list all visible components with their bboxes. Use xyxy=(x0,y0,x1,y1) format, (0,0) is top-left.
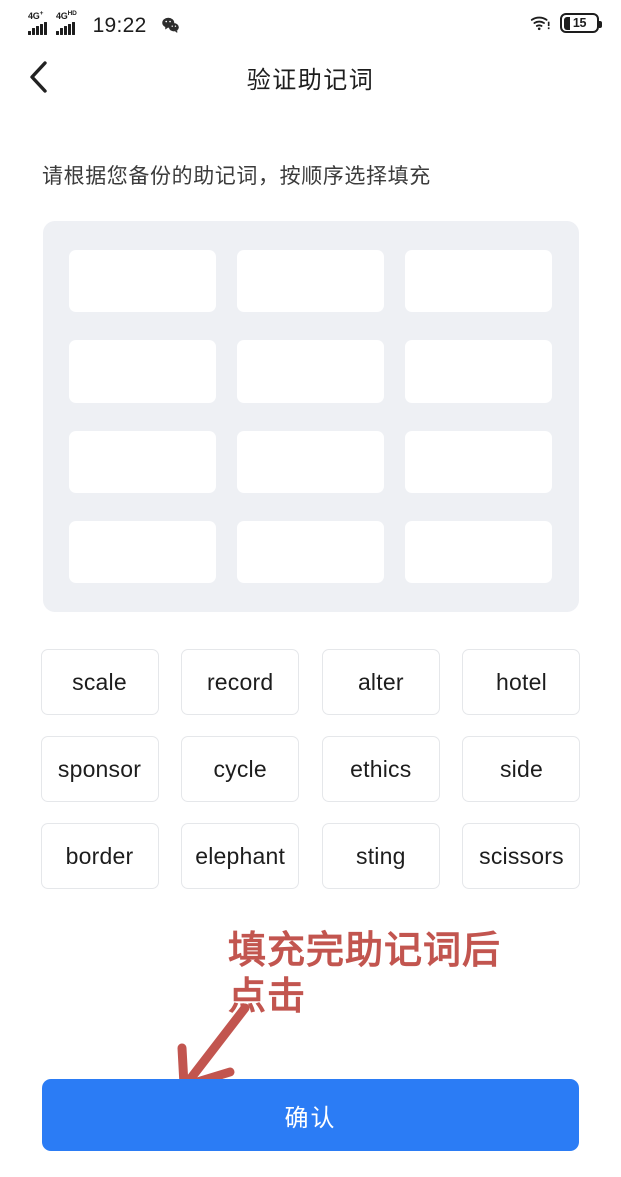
word-chip[interactable]: ethics xyxy=(321,736,440,802)
mnemonic-slot[interactable] xyxy=(68,340,216,403)
confirm-button[interactable]: 确认 xyxy=(42,1079,579,1151)
word-chip-row: scale record alter hotel xyxy=(40,649,581,715)
word-chip[interactable]: sponsor xyxy=(40,736,159,802)
mnemonic-slot[interactable] xyxy=(68,250,216,313)
wechat-icon xyxy=(161,17,179,33)
mnemonic-slot[interactable] xyxy=(405,520,553,583)
word-chip[interactable]: border xyxy=(40,823,159,889)
word-chip[interactable]: sting xyxy=(321,823,440,889)
battery-indicator: 15 xyxy=(560,13,602,33)
word-chip[interactable]: alter xyxy=(321,649,440,715)
signal-label-sim1: 4G+ xyxy=(28,9,44,21)
word-chip[interactable]: cycle xyxy=(181,736,300,802)
battery-fill xyxy=(563,16,570,30)
status-bar: 4G+ 4GHD 19:22 15 xyxy=(0,0,621,46)
signal-indicator-sim1: 4G+ xyxy=(28,9,47,35)
wifi-icon xyxy=(530,16,550,31)
instruction-text: 请根据您备份的助记词，按顺序选择填充 xyxy=(42,165,431,188)
status-bar-clock: 19:22 xyxy=(92,13,147,37)
signal-bars-sim2 xyxy=(55,21,75,35)
mnemonic-slot[interactable] xyxy=(236,430,385,493)
battery-level-text: 15 xyxy=(572,16,587,30)
mnemonic-slot[interactable] xyxy=(236,340,385,403)
mnemonic-slot[interactable] xyxy=(405,430,553,493)
navigation-bar: 验证助记词 xyxy=(0,46,621,108)
word-chip[interactable]: hotel xyxy=(462,649,581,715)
annotation-text: 填充完助记词后 点击 xyxy=(228,930,502,1019)
word-chip[interactable]: elephant xyxy=(181,823,300,889)
word-chip[interactable]: scissors xyxy=(462,823,581,889)
signal-bars-sim1 xyxy=(28,21,47,35)
word-chip[interactable]: scale xyxy=(40,649,159,715)
mnemonic-slot[interactable] xyxy=(236,250,385,313)
word-chip-row: border elephant sting scissors xyxy=(40,823,581,889)
word-chip-row: sponsor cycle ethics side xyxy=(40,736,581,802)
signal-label-sim2: 4GHD xyxy=(55,9,77,21)
mnemonic-slot[interactable] xyxy=(236,520,385,583)
mnemonic-slot[interactable] xyxy=(405,340,553,403)
status-bar-left: 4G+ 4GHD 19:22 xyxy=(28,9,180,37)
chevron-left-icon xyxy=(30,61,47,93)
mnemonic-slot[interactable] xyxy=(68,430,216,493)
word-chip[interactable]: side xyxy=(462,736,581,802)
page-title: 验证助记词 xyxy=(246,66,375,94)
mnemonic-slot-panel xyxy=(42,221,579,612)
back-button[interactable] xyxy=(28,57,68,97)
status-bar-right: 15 xyxy=(530,13,602,33)
word-chip[interactable]: record xyxy=(181,649,300,715)
word-chip-area: scale record alter hotel sponsor cycle e… xyxy=(40,649,581,889)
mnemonic-slot[interactable] xyxy=(405,250,553,313)
signal-indicator-sim2: 4GHD xyxy=(55,9,77,35)
mnemonic-slot[interactable] xyxy=(68,520,216,583)
